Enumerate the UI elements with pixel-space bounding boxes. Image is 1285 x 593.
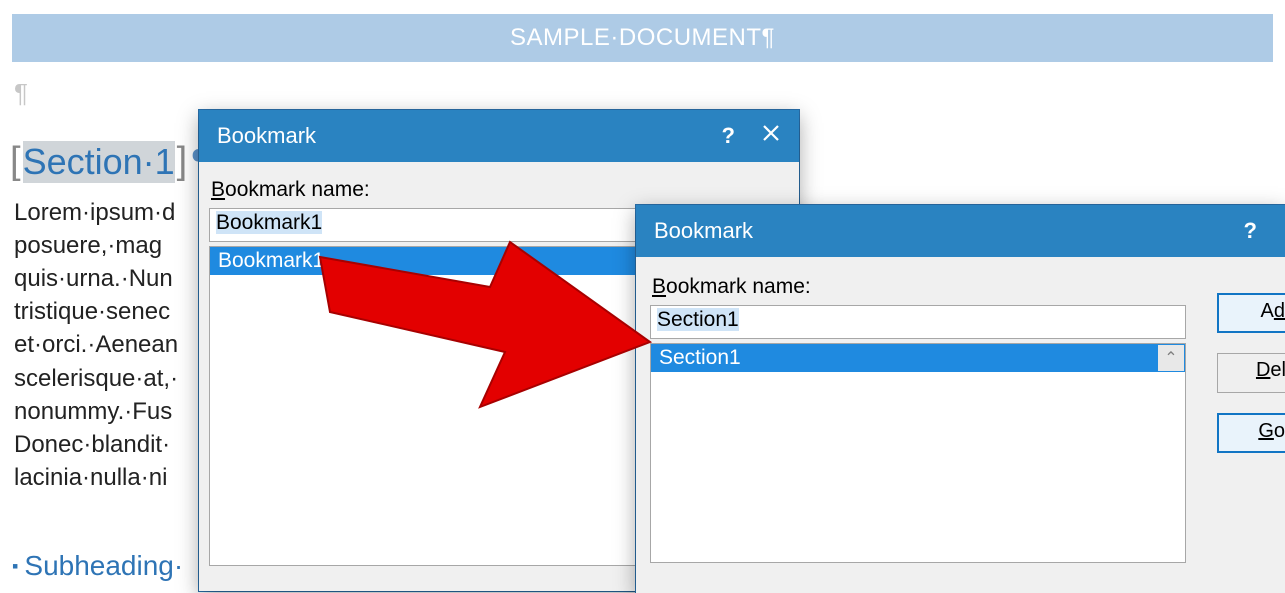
subheading-text: Subheading· <box>24 550 183 582</box>
bookmark-close-bracket: ] <box>175 140 190 183</box>
close-button[interactable] <box>761 123 781 149</box>
input-text-selected: Section1 <box>657 308 739 331</box>
bookmark-name-label: Bookmark name: <box>652 275 1271 299</box>
input-text-selected: Bookmark1 <box>216 211 322 234</box>
bookmark-name-label: Bookmark name: <box>211 178 789 202</box>
delete-button[interactable]: Del <box>1217 353 1285 393</box>
pilcrow-mark: ¶ <box>14 78 28 109</box>
subheading: ▪ Subheading· <box>12 550 183 582</box>
dialog-title-text: Bookmark <box>654 218 753 244</box>
help-button[interactable]: ? <box>722 123 735 149</box>
dialog-title-text: Bookmark <box>217 123 316 149</box>
dialog-buttons: Ad Del Go <box>1217 293 1285 453</box>
dialog-titlebar[interactable]: Bookmark ? <box>636 205 1285 257</box>
bookmark-dialog-after: Bookmark ? Bookmark name: Section1 Secti… <box>636 205 1285 593</box>
list-item[interactable]: Section1 <box>651 344 1185 372</box>
bookmark-open-bracket: [ <box>8 140 23 183</box>
add-button[interactable]: Ad <box>1217 293 1285 333</box>
section-heading-text: Section·1 <box>23 141 175 183</box>
doc-title-text: SAMPLE·DOCUMENT¶ <box>510 24 775 52</box>
bookmark-name-input[interactable]: Section1 <box>650 305 1186 339</box>
goto-button[interactable]: Go <box>1217 413 1285 453</box>
close-icon <box>761 123 781 143</box>
help-button[interactable]: ? <box>1244 218 1257 244</box>
section-heading: [ Section·1 ] ¶ <box>8 140 211 183</box>
bookmark-listbox[interactable]: Section1 ⌃ <box>650 343 1186 563</box>
dialog-titlebar[interactable]: Bookmark ? <box>199 110 799 162</box>
subheading-bullet-icon: ▪ <box>12 556 18 577</box>
doc-title-bar: SAMPLE·DOCUMENT¶ <box>12 14 1273 62</box>
scroll-up-arrow-icon[interactable]: ⌃ <box>1158 345 1184 371</box>
